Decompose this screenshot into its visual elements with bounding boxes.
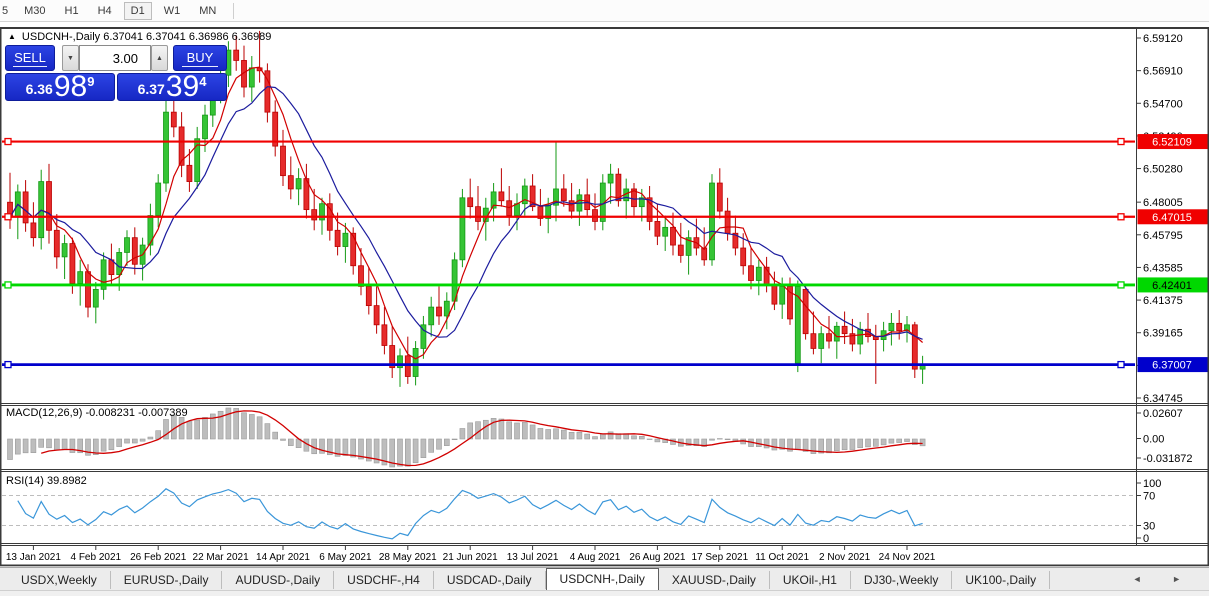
timeframe-mn-button[interactable]: MN bbox=[192, 2, 223, 20]
hline-6.37007[interactable]: 6.37007 bbox=[2, 357, 1208, 372]
svg-text:30: 30 bbox=[1143, 521, 1155, 533]
svg-text:6.47015: 6.47015 bbox=[1152, 212, 1192, 224]
tab-eurusd-daily[interactable]: EURUSD-,Daily bbox=[111, 571, 223, 589]
svg-text:14 Apr 2021: 14 Apr 2021 bbox=[256, 552, 310, 563]
volume-increase-button[interactable]: ▲ bbox=[151, 45, 168, 71]
svg-text:13 Jul 2021: 13 Jul 2021 bbox=[507, 552, 559, 563]
svg-text:4 Aug 2021: 4 Aug 2021 bbox=[570, 552, 621, 563]
svg-text:26 Aug 2021: 26 Aug 2021 bbox=[629, 552, 686, 563]
svg-text:6.56910: 6.56910 bbox=[1143, 66, 1183, 78]
chart-window-tabbar: USDX,WeeklyEURUSD-,DailyAUDUSD-,DailyUSD… bbox=[0, 567, 1209, 590]
timeframe-h1-button[interactable]: H1 bbox=[58, 2, 86, 20]
svg-text:2 Nov 2021: 2 Nov 2021 bbox=[819, 552, 871, 563]
svg-text:6.48005: 6.48005 bbox=[1143, 197, 1183, 209]
svg-text:0.00: 0.00 bbox=[1143, 434, 1164, 446]
tab-ukoil-h1[interactable]: UKOil-,H1 bbox=[770, 571, 851, 589]
svg-text:6.42401: 6.42401 bbox=[1152, 280, 1192, 292]
macd-indicator-label: MACD(12,26,9) -0.008231 -0.007389 bbox=[6, 407, 188, 419]
svg-text:0.02607: 0.02607 bbox=[1143, 408, 1183, 420]
svg-text:6.37007: 6.37007 bbox=[1152, 360, 1192, 372]
sell-button[interactable]: SELL bbox=[5, 45, 55, 71]
rsi-indicator-label: RSI(14) 39.8982 bbox=[6, 475, 87, 487]
svg-text:6.45795: 6.45795 bbox=[1143, 230, 1183, 242]
symbol-ohlc-label: USDCNH-,Daily 6.37041 6.37041 6.36986 6.… bbox=[22, 31, 272, 43]
toolbar-separator bbox=[233, 3, 234, 19]
svg-text:100: 100 bbox=[1143, 478, 1161, 490]
svg-text:21 Jun 2021: 21 Jun 2021 bbox=[443, 552, 498, 563]
buy-price-button[interactable]: 6.37 39 4 bbox=[117, 73, 227, 101]
timeframe-d1-button[interactable]: D1 bbox=[124, 2, 152, 20]
svg-text:6.41375: 6.41375 bbox=[1143, 295, 1183, 307]
svg-text:6.54700: 6.54700 bbox=[1143, 98, 1183, 110]
tab-usdchf-h4[interactable]: USDCHF-,H4 bbox=[334, 571, 434, 589]
svg-text:-0.031872: -0.031872 bbox=[1143, 453, 1193, 465]
fast-ma bbox=[10, 67, 923, 359]
tab-audusd-daily[interactable]: AUDUSD-,Daily bbox=[222, 571, 334, 589]
hline-6.42401[interactable]: 6.42401 bbox=[2, 277, 1208, 292]
tab-usdcnh-daily[interactable]: USDCNH-,Daily bbox=[546, 568, 659, 590]
mt4-chart-window: 5 M30 H1 H4 D1 W1MN 6.59120 6.56910 6.54700 6.5… bbox=[0, 0, 1209, 596]
svg-text:6.43585: 6.43585 bbox=[1143, 262, 1183, 274]
tab-usdcad-daily[interactable]: USDCAD-,Daily bbox=[434, 571, 546, 589]
svg-text:0: 0 bbox=[1143, 533, 1149, 545]
chart-title: ▲ USDCNH-,Daily 6.37041 6.37041 6.36986 6… bbox=[8, 31, 271, 43]
svg-text:28 May 2021: 28 May 2021 bbox=[379, 552, 437, 563]
tab-xauusd-daily[interactable]: XAUUSD-,Daily bbox=[659, 571, 770, 589]
tab-dj30-weekly[interactable]: DJ30-,Weekly bbox=[851, 571, 952, 589]
bid-prefix: 6.36 bbox=[26, 81, 53, 97]
timeframe-buttons: M30 H1 H4 D1 W1MN bbox=[12, 5, 223, 17]
buy-button[interactable]: BUY bbox=[173, 45, 227, 71]
svg-text:6.59120: 6.59120 bbox=[1143, 33, 1183, 45]
chart-tabs: USDX,WeeklyEURUSD-,DailyAUDUSD-,DailyUSD… bbox=[8, 568, 1050, 590]
svg-text:11 Oct 2021: 11 Oct 2021 bbox=[755, 552, 809, 563]
collapse-panel-icon[interactable]: ▲ bbox=[8, 32, 16, 41]
timeframe-w1-button[interactable]: W1 bbox=[157, 2, 188, 20]
one-click-trading-panel: SELL ▼ 3.00 ▲ BUY 6.36 98 9 6.37 39 4 bbox=[5, 45, 227, 101]
svg-text:6.39165: 6.39165 bbox=[1143, 328, 1183, 340]
volume-input[interactable]: 3.00 bbox=[79, 45, 151, 71]
bid-big-digits: 98 bbox=[54, 74, 87, 100]
svg-text:26 Feb 2021: 26 Feb 2021 bbox=[130, 552, 187, 563]
tab-scroll-right-icon[interactable]: ► bbox=[1172, 574, 1195, 584]
timeframe-toolbar: 5 M30 H1 H4 D1 W1MN bbox=[0, 0, 1209, 22]
sell-price-button[interactable]: 6.36 98 9 bbox=[5, 73, 115, 101]
timeframe-h4-button[interactable]: H4 bbox=[91, 2, 119, 20]
bid-pip-digit: 9 bbox=[87, 74, 94, 89]
svg-text:4 Feb 2021: 4 Feb 2021 bbox=[70, 552, 121, 563]
ask-big-digits: 39 bbox=[166, 74, 199, 100]
timeframe-m5-partial[interactable]: 5 bbox=[0, 5, 12, 17]
svg-text:13 Jan 2021: 13 Jan 2021 bbox=[6, 552, 61, 563]
volume-decrease-button[interactable]: ▼ bbox=[62, 45, 79, 71]
slow-ma bbox=[10, 87, 923, 340]
svg-text:24 Nov 2021: 24 Nov 2021 bbox=[879, 552, 936, 563]
status-bar bbox=[0, 590, 1209, 596]
tab-scroll-left-icon[interactable]: ◄ bbox=[1133, 574, 1156, 584]
rsi-line bbox=[18, 489, 923, 539]
svg-text:17 Sep 2021: 17 Sep 2021 bbox=[691, 552, 748, 563]
svg-text:6.34745: 6.34745 bbox=[1143, 393, 1183, 405]
ask-pip-digit: 4 bbox=[199, 74, 206, 89]
timeframe-m30-button[interactable]: M30 bbox=[17, 2, 52, 20]
svg-text:6.50280: 6.50280 bbox=[1143, 164, 1183, 176]
svg-text:22 Mar 2021: 22 Mar 2021 bbox=[193, 552, 250, 563]
svg-text:6.52109: 6.52109 bbox=[1152, 137, 1192, 149]
tab-usdx-weekly[interactable]: USDX,Weekly bbox=[8, 571, 111, 589]
ask-prefix: 6.37 bbox=[138, 81, 165, 97]
tab-uk100-daily[interactable]: UK100-,Daily bbox=[952, 571, 1050, 589]
svg-text:70: 70 bbox=[1143, 491, 1155, 503]
svg-text:6 May 2021: 6 May 2021 bbox=[319, 552, 372, 563]
